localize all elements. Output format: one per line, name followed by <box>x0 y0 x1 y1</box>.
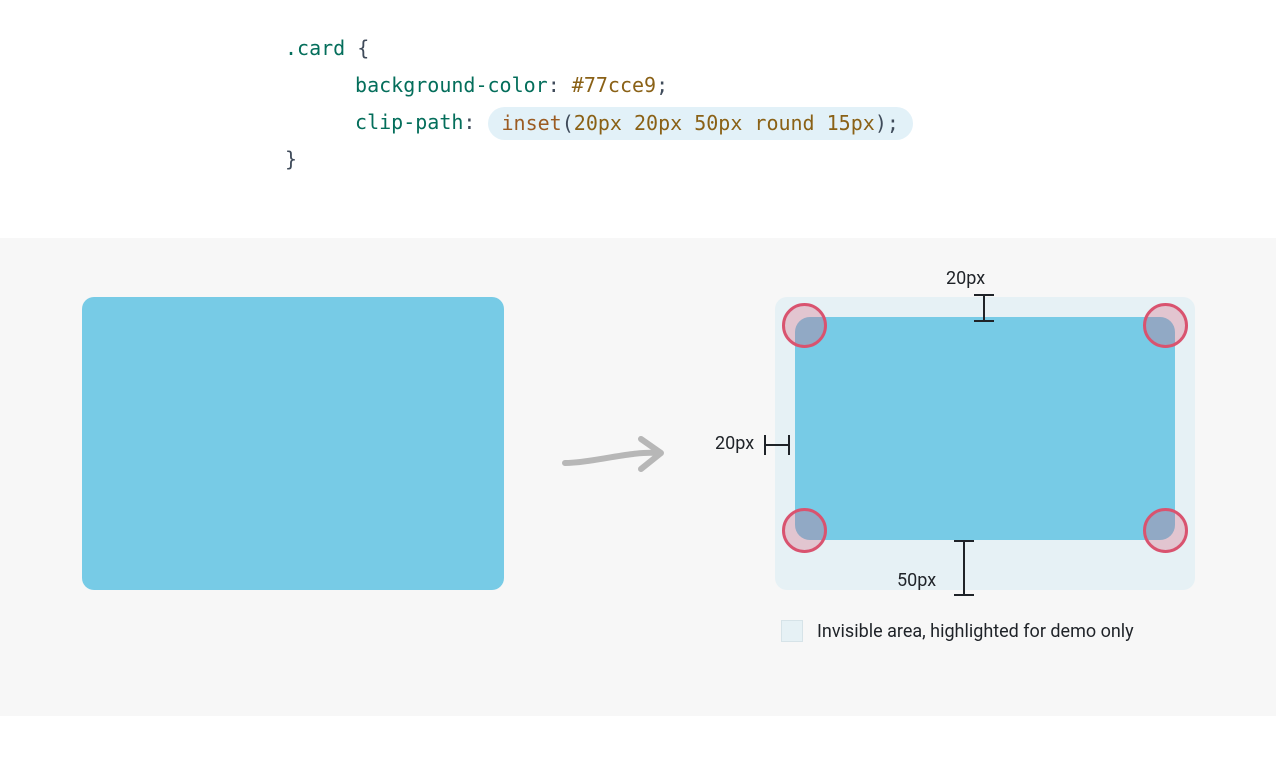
rounded-corner-indicator-br <box>1143 508 1188 553</box>
legend: Invisible area, highlighted for demo onl… <box>781 620 1134 642</box>
dimension-label-left: 20px <box>715 433 754 454</box>
code-block: .card { background-color: #77cce9; clip-… <box>0 0 1276 238</box>
rounded-corner-indicator-tl <box>782 303 827 348</box>
semicolon: ; <box>656 73 668 97</box>
dimension-marker-bottom <box>954 540 974 596</box>
dimension-label-bottom: 50px <box>897 570 936 591</box>
brace-close: } <box>285 147 297 171</box>
dimension-marker-left <box>764 435 790 455</box>
clip-path-value-pill: inset(20px 20px 50px round 15px); <box>488 107 913 140</box>
dimension-marker-top <box>974 294 994 322</box>
card-after <box>775 297 1195 590</box>
value-bgcolor: #77cce9 <box>572 73 656 97</box>
rounded-corner-indicator-bl <box>782 508 827 553</box>
css-selector: .card <box>285 36 345 60</box>
arrow-icon <box>561 433 671 481</box>
legend-swatch <box>781 620 803 642</box>
card-before <box>82 297 504 590</box>
brace-open: { <box>357 36 369 60</box>
dimension-label-top: 20px <box>946 268 985 289</box>
clipped-card <box>795 317 1175 540</box>
colon: : <box>548 73 560 97</box>
prop-clip-path: clip-path <box>355 110 463 134</box>
legend-text: Invisible area, highlighted for demo onl… <box>817 621 1134 642</box>
demo-area: 20px 20px 50px Invisible area, highlight… <box>0 238 1276 716</box>
rounded-corner-indicator-tr <box>1143 303 1188 348</box>
inset-args: 20px 20px 50px round 15px <box>574 111 875 135</box>
colon: : <box>463 110 475 134</box>
inset-func: inset <box>502 111 562 135</box>
prop-background-color: background-color <box>355 73 548 97</box>
